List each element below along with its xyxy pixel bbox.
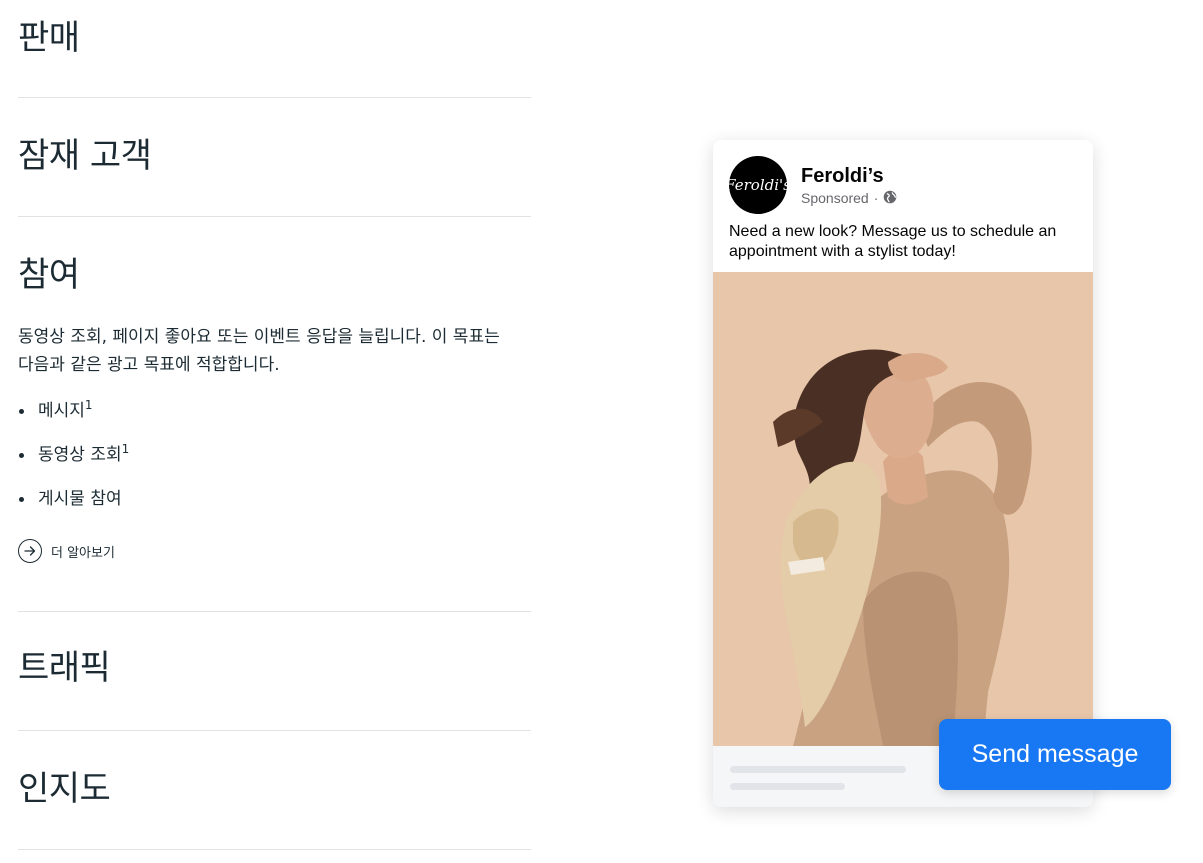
separator-dot: · [873,190,879,206]
ad-primary-text: Need a new look? Message us to schedule … [729,223,1057,260]
bullet [19,497,24,502]
objective-description: 동영상 조회, 페이지 좋아요 또는 이벤트 응답을 늘립니다. 이 목표는 다… [18,327,500,375]
objective-engagement-title[interactable]: 참여 [18,255,531,295]
list-item-label: 동영상 조회 [38,445,122,465]
ad-header: Feroldi's Feroldi’s Sponsored · [713,140,1093,218]
sponsored-line: Sponsored · [801,190,897,207]
objective-engagement[interactable]: 참여 동영상 조회, 페이지 좋아요 또는 이벤트 응답을 늘립니다. 이 목표… [18,217,531,612]
page-name: Feroldi’s [801,164,884,187]
sponsored-label: Sponsored [801,190,869,206]
objective-engagement-body: 동영상 조회, 페이지 좋아요 또는 이벤트 응답을 늘립니다. 이 목표는 다… [18,323,531,563]
placeholder-bar [730,766,906,773]
placeholder-bar [730,783,845,790]
learn-more-link[interactable]: 더 알아보기 [18,539,531,563]
brand-logo-text: Feroldi's [725,176,791,194]
objective-leads-title[interactable]: 잠재 고객 [18,136,531,176]
list-item: 게시물 참여 [18,487,531,511]
objective-traffic[interactable]: 트래픽 [18,612,531,731]
objective-awareness[interactable]: 인지도 [18,731,531,850]
footnote-mark: 1 [121,442,130,456]
list-item: 메시지1 [18,398,531,423]
list-item-label: 메시지 [38,401,85,421]
arrow-right-icon [18,539,42,563]
objective-accordion: 판매 잠재 고객 참여 동영상 조회, 페이지 좋아요 또는 이벤트 응답을 늘… [18,0,531,850]
ad-image [713,272,1093,746]
ad-preview-card: Feroldi's Feroldi’s Sponsored · Need a n… [713,140,1093,807]
send-message-button[interactable]: Send message [939,719,1171,790]
bullet [19,453,24,458]
objective-sales[interactable]: 판매 [18,0,531,98]
footnote-mark: 1 [84,398,93,412]
brand-logo: Feroldi's [725,156,791,214]
learn-more-label: 더 알아보기 [51,545,115,561]
objective-awareness-title[interactable]: 인지도 [18,769,531,809]
objective-leads[interactable]: 잠재 고객 [18,98,531,217]
list-item: 동영상 조회1 [18,442,531,467]
model-photo [713,272,1093,746]
objective-traffic-title[interactable]: 트래픽 [18,648,531,688]
bullet [19,409,24,414]
ad-goal-list: 메시지1 동영상 조회1 게시물 참여 [18,398,531,511]
globe-icon [883,190,897,207]
objective-sales-title[interactable]: 판매 [18,18,531,58]
ad-meta: Feroldi’s Sponsored · [801,164,897,207]
list-item-label: 게시물 참여 [38,489,122,509]
